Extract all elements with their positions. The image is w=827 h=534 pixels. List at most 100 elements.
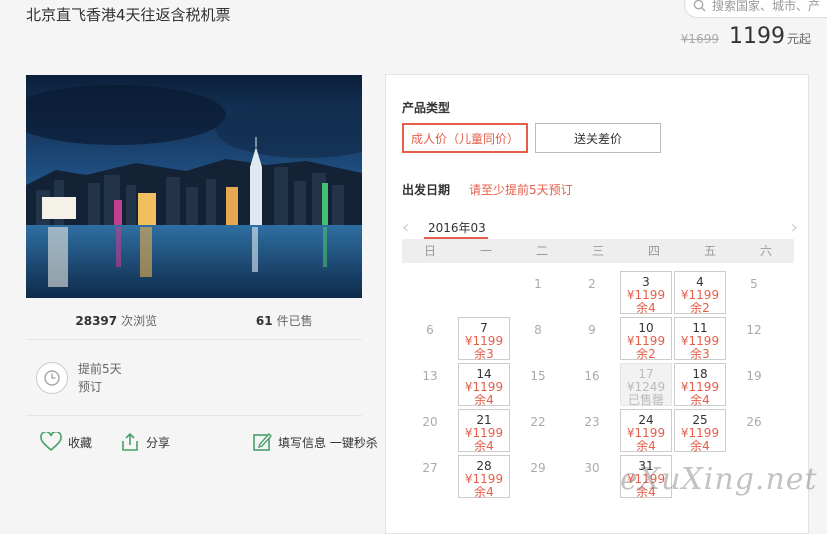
day-number: 3 bbox=[642, 275, 650, 289]
divider bbox=[26, 415, 362, 416]
day-number: 27 bbox=[422, 461, 438, 475]
day-number: 22 bbox=[530, 415, 546, 429]
calendar-day-21[interactable]: 21 ¥1199 余4 bbox=[458, 409, 510, 453]
day-number: 29 bbox=[530, 461, 546, 475]
calendar-day-14[interactable]: 14 ¥1199 余4 bbox=[458, 363, 510, 407]
month-selector: 2016年03 bbox=[402, 215, 798, 239]
weekday-label: 一 bbox=[479, 244, 492, 258]
departure-date-label: 出发日期 bbox=[402, 183, 451, 197]
search-input[interactable]: 搜索国家、城市、产 bbox=[712, 0, 820, 14]
sold-count: 61 bbox=[255, 314, 273, 328]
day-number: 7 bbox=[480, 321, 488, 335]
calendar-day-28[interactable]: 28 ¥1199 余4 bbox=[458, 455, 510, 499]
day-number: 10 bbox=[638, 321, 654, 335]
favorite-label: 收藏 bbox=[68, 435, 93, 450]
day-number: 30 bbox=[584, 461, 600, 475]
day-stock: 余4 bbox=[690, 439, 710, 453]
day-number: 15 bbox=[530, 369, 546, 383]
calendar-day-15: 15 bbox=[512, 363, 564, 406]
share-icon bbox=[122, 432, 138, 451]
sold-stat: 61 件已售 bbox=[256, 312, 313, 329]
day-stock: 余4 bbox=[474, 439, 494, 453]
day-number: 20 bbox=[422, 415, 438, 429]
calendar-day-16: 16 bbox=[566, 363, 618, 406]
calendar-day-4[interactable]: 4 ¥1199 余2 bbox=[674, 271, 726, 315]
product-stats: 28397 次浏览 61 件已售 bbox=[26, 312, 362, 329]
calendar-day-26: 26 bbox=[728, 409, 780, 452]
advance-label: 预订 bbox=[78, 380, 103, 394]
sold-label: 件已售 bbox=[276, 314, 313, 328]
day-stock: 已售罄 bbox=[627, 393, 664, 407]
calendar-day-27: 27 bbox=[404, 455, 456, 498]
fill-info-label: 填写信息 一键秒杀 bbox=[278, 435, 378, 450]
calendar-day-11[interactable]: 11 ¥1199 余3 bbox=[674, 317, 726, 361]
day-number: 21 bbox=[476, 413, 492, 427]
product-type-label: 产品类型 bbox=[402, 101, 451, 115]
weekday-label: 二 bbox=[535, 244, 548, 258]
watermark: eXuXing.net bbox=[620, 462, 818, 497]
calendar-day-24[interactable]: 24 ¥1199 余4 bbox=[620, 409, 672, 453]
price-block: ¥1699 1199 元起 bbox=[681, 24, 811, 49]
day-stock: 余3 bbox=[474, 347, 494, 361]
advance-days: 提前5天 bbox=[78, 362, 122, 376]
calendar-day-22: 22 bbox=[512, 409, 564, 452]
current-month[interactable]: 2016年03 bbox=[428, 219, 486, 236]
fill-info-button[interactable]: 填写信息 一键秒杀 bbox=[252, 432, 378, 452]
day-number: 1 bbox=[534, 277, 542, 291]
type-adult-button[interactable]: 成人价（儿童同价） bbox=[402, 123, 528, 153]
calendar-day-3[interactable]: 3 ¥1199 余4 bbox=[620, 271, 672, 315]
day-number: 18 bbox=[692, 367, 708, 381]
views-count: 28397 bbox=[75, 314, 118, 328]
current-price: 1199 bbox=[728, 24, 785, 49]
calendar-day-12: 12 bbox=[728, 317, 780, 360]
calendar-day-6: 6 bbox=[404, 317, 456, 360]
day-stock: 余4 bbox=[636, 439, 656, 453]
favorite-button[interactable]: 收藏 bbox=[40, 432, 92, 452]
day-stock: 余4 bbox=[474, 485, 494, 499]
day-number: 23 bbox=[584, 415, 600, 429]
heart-icon bbox=[40, 432, 62, 452]
day-number: 12 bbox=[746, 323, 762, 337]
day-stock: 余2 bbox=[690, 301, 710, 315]
weekday-label: 三 bbox=[591, 244, 604, 258]
search-box[interactable]: 搜索国家、城市、产 bbox=[684, 0, 827, 18]
day-number: 16 bbox=[584, 369, 600, 383]
calendar-day-17: 17 ¥1249 已售罄 bbox=[620, 363, 672, 407]
calendar-day-20: 20 bbox=[404, 409, 456, 452]
calendar-day-13: 13 bbox=[404, 363, 456, 406]
calendar-day-7[interactable]: 7 ¥1199 余3 bbox=[458, 317, 510, 361]
action-bar: 收藏 分享 填写信息 一键秒杀 bbox=[40, 432, 378, 452]
weekday-label: 四 bbox=[647, 244, 660, 258]
day-stock: 余3 bbox=[690, 347, 710, 361]
edit-icon bbox=[253, 432, 272, 451]
day-stock: 余4 bbox=[474, 393, 494, 407]
calendar-day-10[interactable]: 10 ¥1199 余2 bbox=[620, 317, 672, 361]
day-number: 4 bbox=[696, 275, 704, 289]
calendar-day-18[interactable]: 18 ¥1199 余4 bbox=[674, 363, 726, 407]
day-number: 25 bbox=[692, 413, 708, 427]
day-number: 24 bbox=[638, 413, 654, 427]
day-number: 17 bbox=[638, 367, 654, 381]
share-button[interactable]: 分享 bbox=[120, 432, 170, 452]
views-label: 次浏览 bbox=[121, 314, 158, 328]
calendar-day-23: 23 bbox=[566, 409, 618, 452]
type-transfer-button[interactable]: 送关差价 bbox=[535, 123, 661, 153]
calendar-day-2: 2 bbox=[566, 271, 618, 314]
search-icon bbox=[693, 0, 706, 12]
calendar-day-19: 19 bbox=[728, 363, 780, 406]
product-photo bbox=[26, 75, 362, 298]
day-number: 5 bbox=[750, 277, 758, 291]
price-unit: 元起 bbox=[786, 32, 811, 46]
weekday-label: 日 bbox=[423, 244, 436, 258]
product-title: 北京直飞香港4天往返含税机票 bbox=[26, 6, 231, 24]
day-number: 13 bbox=[422, 369, 438, 383]
weekday-label: 五 bbox=[703, 244, 716, 258]
weekday-header: 日 一 二 三 四 五 六 bbox=[402, 239, 794, 263]
day-number: 14 bbox=[476, 367, 492, 381]
calendar-day-25[interactable]: 25 ¥1199 余4 bbox=[674, 409, 726, 453]
calendar-day-8: 8 bbox=[512, 317, 564, 360]
clock-icon bbox=[36, 362, 68, 394]
calendar-day-30: 30 bbox=[566, 455, 618, 498]
day-number: 6 bbox=[426, 323, 434, 337]
day-number: 11 bbox=[692, 321, 708, 335]
